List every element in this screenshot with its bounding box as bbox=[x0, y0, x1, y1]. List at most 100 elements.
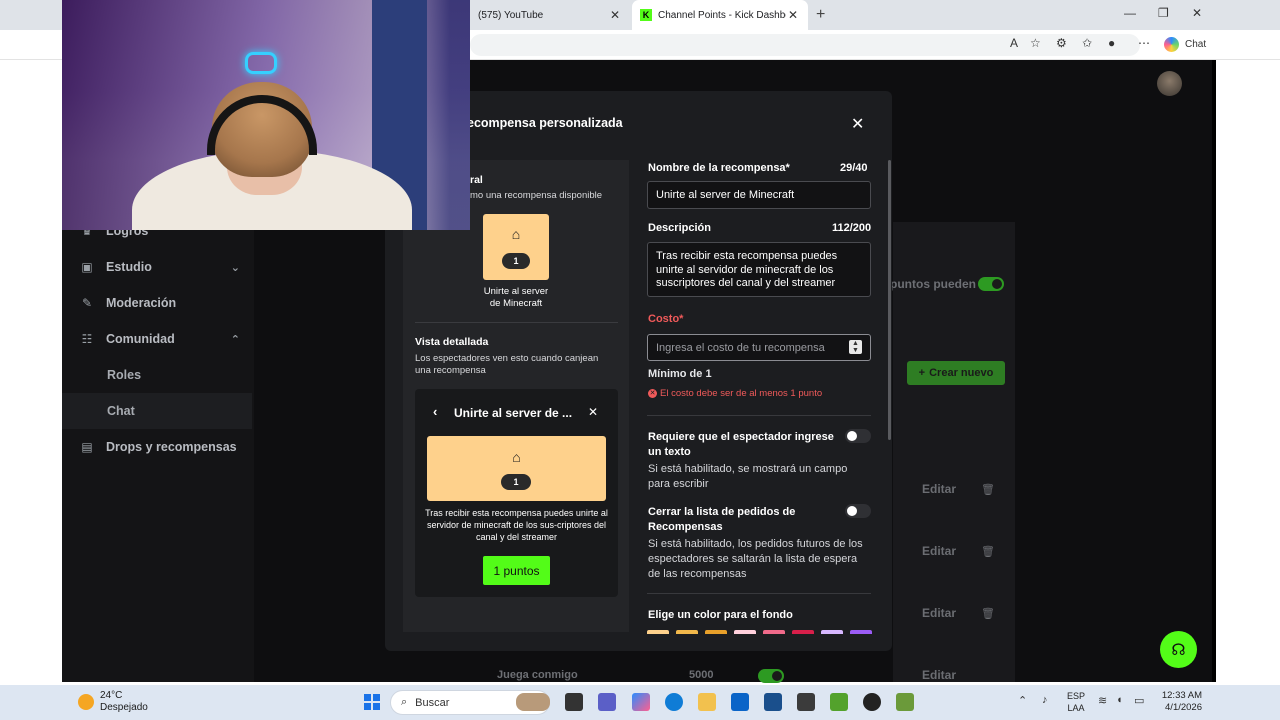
color-swatch[interactable] bbox=[821, 630, 843, 634]
detail-subtitle: Los espectadores ven esto cuando canjean… bbox=[415, 353, 599, 376]
minecraft-icon[interactable] bbox=[830, 693, 848, 711]
microphone-icon[interactable]: ♪ bbox=[1042, 694, 1048, 706]
close-queue-help: Si está habilitado, los pedidos futuros … bbox=[648, 538, 863, 580]
color-swatch[interactable] bbox=[734, 630, 756, 634]
close-tab-icon[interactable]: ✕ bbox=[786, 8, 800, 22]
tab-youtube[interactable]: (575) YouTube ✕ bbox=[470, 0, 630, 30]
language-code: ESP bbox=[1067, 691, 1086, 701]
favorites-icon[interactable]: ✩ bbox=[1082, 36, 1092, 50]
sidebar-item-label: Moderación bbox=[106, 296, 177, 310]
volume-icon[interactable]: ◖ bbox=[1116, 694, 1123, 706]
sidebar-subitem-chat[interactable]: Chat bbox=[62, 393, 252, 429]
description-label: Descripción bbox=[648, 222, 711, 234]
points-toggle-label: puntos pueden bbox=[890, 277, 976, 291]
plus-icon: + bbox=[918, 367, 926, 379]
detail-title: Vista detallada bbox=[415, 336, 489, 348]
read-aloud-icon[interactable]: A bbox=[1010, 36, 1018, 50]
close-window-icon[interactable]: ✕ bbox=[1192, 6, 1202, 20]
wifi-icon[interactable]: ≋ bbox=[1098, 694, 1107, 707]
tab-kick-dashboard[interactable]: K Channel Points - Kick Dashboard ✕ bbox=[632, 0, 808, 30]
tab-label: Channel Points - Kick Dashboard bbox=[658, 9, 786, 21]
detail-reward-tile bbox=[427, 436, 606, 501]
create-new-label: Crear nuevo bbox=[929, 367, 994, 379]
trash-icon[interactable]: 🗑 bbox=[981, 545, 995, 558]
minimize-icon[interactable]: — bbox=[1124, 6, 1136, 20]
reward-row-toggle[interactable] bbox=[758, 669, 784, 683]
color-swatch[interactable] bbox=[705, 630, 727, 634]
copilot-icon[interactable] bbox=[1164, 37, 1179, 52]
redeem-points-button[interactable]: 1 puntos bbox=[483, 556, 550, 585]
copilot-app-icon[interactable] bbox=[632, 693, 650, 711]
battery-icon[interactable]: ▭ bbox=[1134, 694, 1144, 707]
points-toggle[interactable] bbox=[978, 277, 1004, 291]
reward-row-title: Juega conmigo bbox=[497, 669, 578, 681]
color-swatch[interactable] bbox=[792, 630, 814, 634]
teams-icon[interactable] bbox=[598, 693, 616, 711]
reward-row-cost: 5000 bbox=[689, 669, 714, 681]
search-highlight-icon[interactable] bbox=[516, 693, 550, 711]
keyboard-layout: LAA bbox=[1067, 703, 1085, 713]
system-clock[interactable]: 12:33 AM 4/1/2026 bbox=[1160, 690, 1202, 714]
more-icon[interactable]: ⋯ bbox=[1138, 36, 1150, 50]
sidebar-item-moderacion[interactable]: ✎ Moderación bbox=[62, 285, 252, 321]
edit-button[interactable]: Editar bbox=[922, 544, 956, 558]
sidebar-item-estudio[interactable]: ▣ Estudio ⌄ bbox=[62, 249, 252, 285]
extensions-icon[interactable]: ⚙ bbox=[1056, 36, 1067, 50]
profile-icon[interactable]: ● bbox=[1108, 36, 1115, 50]
drops-icon: ▤ bbox=[81, 440, 93, 454]
color-picker-label: Elige un color para el fondo bbox=[648, 609, 793, 621]
modal-scrollbar[interactable] bbox=[888, 160, 891, 440]
sidebar-item-drops[interactable]: ▤ Drops y recompensas bbox=[62, 429, 252, 465]
require-text-toggle[interactable] bbox=[845, 429, 871, 443]
file-explorer-icon[interactable] bbox=[698, 693, 716, 711]
cost-error-text: El costo debe ser de al menos 1 punto bbox=[660, 388, 823, 399]
close-tab-icon[interactable]: ✕ bbox=[608, 8, 622, 22]
back-chevron-icon[interactable]: ‹ bbox=[433, 404, 437, 419]
sidebar-subitem-roles[interactable]: Roles bbox=[62, 357, 252, 393]
edit-button[interactable]: Editar bbox=[922, 482, 956, 496]
trash-icon[interactable]: 🗑 bbox=[981, 607, 995, 620]
create-new-button[interactable]: + Crear nuevo bbox=[907, 361, 1005, 385]
weather-widget[interactable]: 24°C Despejado bbox=[100, 690, 148, 714]
app-icon[interactable] bbox=[797, 693, 815, 711]
color-swatch[interactable] bbox=[763, 630, 785, 634]
color-swatch[interactable] bbox=[676, 630, 698, 634]
sidebar-item-label: Comunidad bbox=[106, 332, 175, 346]
favorite-star-icon[interactable]: ☆ bbox=[1030, 36, 1041, 50]
detail-tile-count: 1 bbox=[501, 474, 531, 490]
minecraft-launcher-icon[interactable] bbox=[896, 693, 914, 711]
trash-icon[interactable]: 🗑 bbox=[981, 483, 995, 496]
edit-button[interactable]: Editar bbox=[922, 668, 956, 682]
maximize-icon[interactable]: ❐ bbox=[1158, 6, 1169, 20]
close-icon[interactable]: ✕ bbox=[851, 114, 864, 134]
support-chat-button[interactable]: ☊ bbox=[1160, 631, 1197, 668]
divider bbox=[415, 322, 618, 323]
number-stepper-icon[interactable]: ▲ ▼ bbox=[849, 340, 862, 354]
detail-card-close-icon[interactable]: ✕ bbox=[588, 405, 598, 419]
tray-chevron-icon[interactable]: ⌃ bbox=[1018, 694, 1027, 707]
reward-name-count: 29/40 bbox=[840, 162, 868, 174]
language-indicator[interactable]: ESP LAA bbox=[1067, 690, 1085, 714]
user-avatar[interactable] bbox=[1157, 71, 1182, 96]
edit-button[interactable]: Editar bbox=[922, 606, 956, 620]
obs-icon[interactable] bbox=[863, 693, 881, 711]
outlook-icon[interactable] bbox=[731, 693, 749, 711]
description-textarea[interactable]: Tras recibir esta recompensa puedes unir… bbox=[647, 242, 871, 297]
reward-name-input[interactable]: Unirte al server de Minecraft bbox=[647, 181, 871, 209]
cost-input[interactable]: Ingresa el costo de tu recompensa bbox=[647, 334, 871, 361]
new-tab-icon[interactable]: + bbox=[816, 6, 825, 24]
edge-icon[interactable] bbox=[665, 693, 683, 711]
close-queue-toggle[interactable] bbox=[845, 504, 871, 518]
neon-controller-sign bbox=[245, 52, 277, 74]
require-text-label: Requiere que el espectador ingrese un te… bbox=[648, 431, 834, 458]
start-icon[interactable] bbox=[364, 694, 380, 710]
sidebar-item-comunidad[interactable]: ☷ Comunidad ⌃ bbox=[62, 321, 252, 357]
store-icon[interactable] bbox=[764, 693, 782, 711]
reward-tile-count: 1 bbox=[502, 253, 530, 269]
color-swatch[interactable] bbox=[647, 630, 669, 634]
weather-moon-icon[interactable] bbox=[78, 694, 94, 710]
task-view-icon[interactable] bbox=[565, 693, 583, 711]
copilot-chat-label[interactable]: Chat bbox=[1185, 39, 1206, 50]
color-swatch[interactable] bbox=[850, 630, 872, 634]
sidebar-item-label: Estudio bbox=[106, 260, 152, 274]
